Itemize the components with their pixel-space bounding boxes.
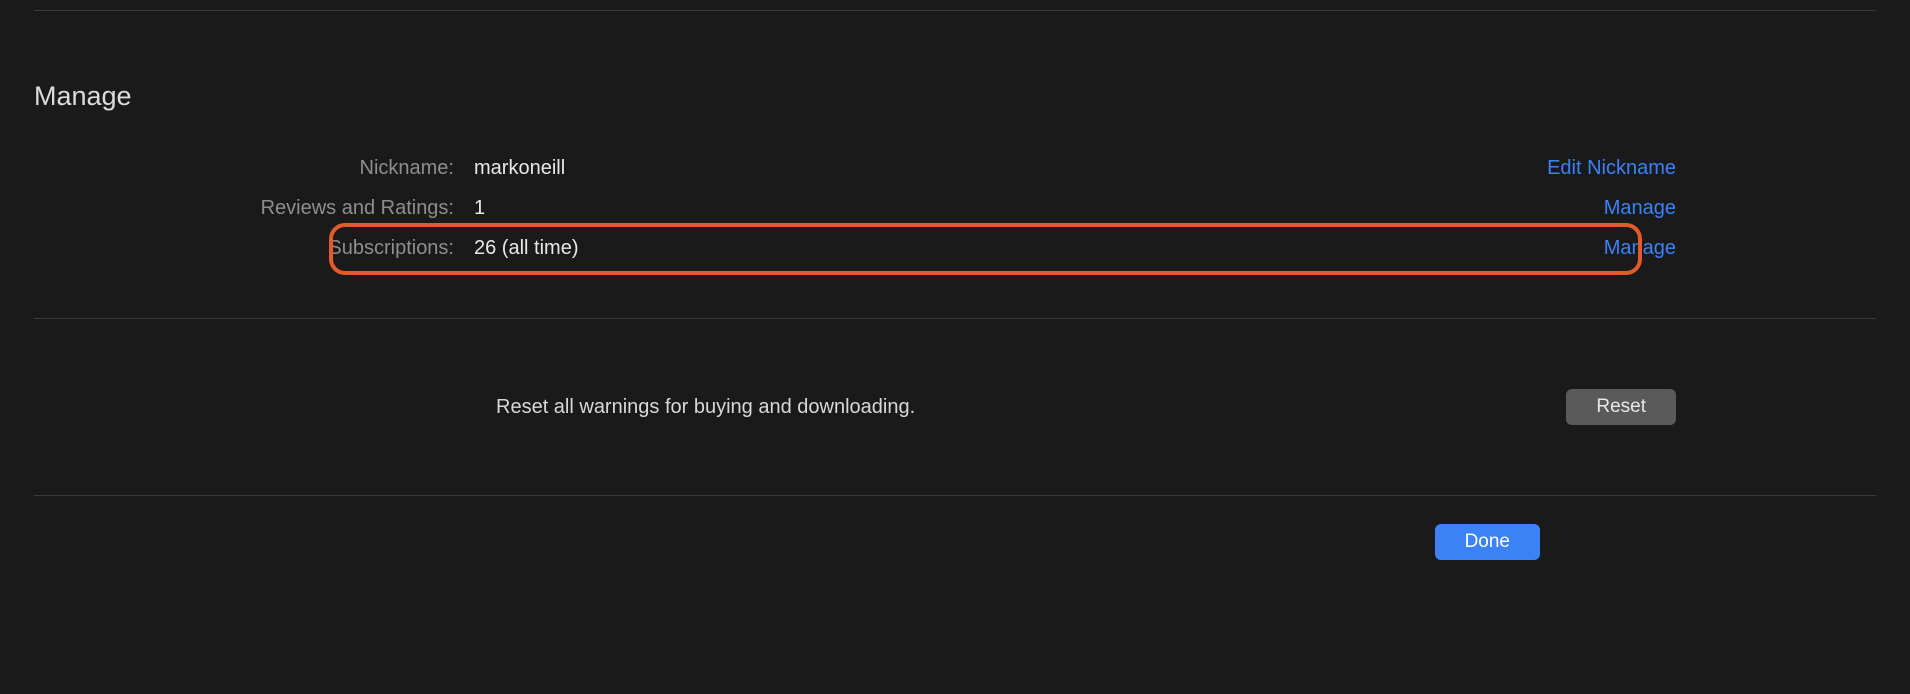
subscriptions-label: Subscriptions: [34,237,474,260]
nickname-label: Nickname: [34,157,474,180]
done-button[interactable]: Done [1435,524,1540,560]
reviews-label: Reviews and Ratings: [34,197,474,220]
section-title: Manage [34,81,1876,112]
subscriptions-value: 26 (all time) [474,237,1604,260]
reviews-row: Reviews and Ratings: 1 Manage [34,188,1876,228]
footer: Done [34,496,1876,588]
reset-button[interactable]: Reset [1566,389,1676,425]
top-divider [34,10,1876,11]
subscriptions-manage-link[interactable]: Manage [1604,237,1876,260]
subscriptions-row: Subscriptions: 26 (all time) Manage [34,228,1876,268]
reviews-manage-link[interactable]: Manage [1604,197,1876,220]
manage-rows: Nickname: markoneill Edit Nickname Revie… [34,148,1876,268]
nickname-value: markoneill [474,157,1547,180]
edit-nickname-link[interactable]: Edit Nickname [1547,157,1876,180]
reset-section: Reset all warnings for buying and downlo… [34,319,1876,495]
nickname-row: Nickname: markoneill Edit Nickname [34,148,1876,188]
reset-warnings-text: Reset all warnings for buying and downlo… [496,396,1566,419]
reviews-value: 1 [474,197,1604,220]
